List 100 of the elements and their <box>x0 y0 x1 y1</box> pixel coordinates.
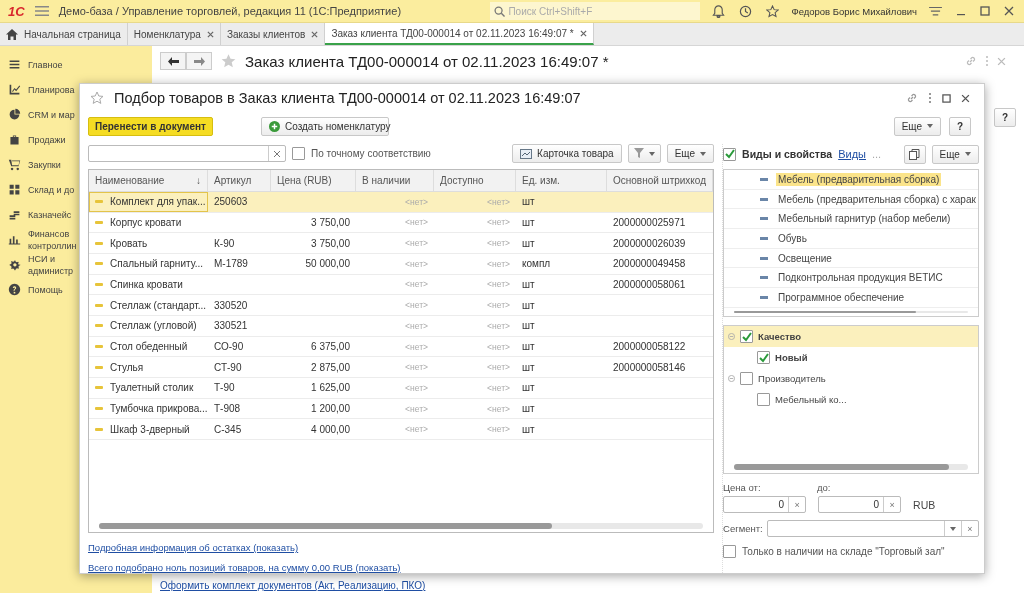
list-item[interactable]: Освещение <box>724 248 978 269</box>
help-button[interactable]: ? <box>994 108 1016 127</box>
table-cell: 1 625,00 <box>311 382 350 394</box>
total-link[interactable]: Всего подобрано ноль позиций товаров, на сумму 0,00 RUB (показать) <box>88 562 715 573</box>
field-label: до: <box>817 482 831 493</box>
property-value-label[interactable]: Мебельный ко... <box>775 394 847 405</box>
table-cell: <нет> <box>487 258 510 269</box>
table-cell: 3 750,00 <box>311 216 350 228</box>
table-cell: <нет> <box>487 320 510 331</box>
table-cell: шт <box>522 278 535 290</box>
create-button[interactable]: Создать номенклатуру <box>261 116 389 136</box>
column-header[interactable]: Наименование ↓ <box>89 169 208 191</box>
list-item[interactable]: Подконтрольная продукция ВЕТИС <box>724 268 978 289</box>
field-label: Цена от: <box>723 482 762 493</box>
table-cell: шт <box>522 237 535 249</box>
table-cell: Тумбочка прикрова... <box>110 403 208 415</box>
table-cell: 2000000058061 <box>613 278 686 290</box>
more-button[interactable]: Еще <box>931 144 979 164</box>
table-row[interactable]: Спинка кровати <нет> <нет> шт 2000000058061 <box>89 274 714 296</box>
table-cell: шт <box>522 361 535 373</box>
search-field[interactable]: Поиск Ctrl+Shift+F <box>490 2 701 20</box>
table-cell: Кровать <box>110 237 148 249</box>
table-cell: <нет> <box>487 196 510 207</box>
app-logo[interactable]: 1С <box>8 3 25 19</box>
sidebar-item[interactable]: Планирова <box>28 83 75 96</box>
column-header[interactable]: Основной штрихкод <box>607 169 714 191</box>
segment-field[interactable]: × <box>766 520 979 537</box>
property-label[interactable]: Производитель <box>758 373 826 384</box>
tab[interactable]: Начальная страница <box>0 23 128 45</box>
table-row[interactable]: Шкаф 3-дверный С-345 4 000,00 <нет> <нет> шт <box>89 419 714 441</box>
list-item-label: Мебель (предварительная сборка) <box>776 172 942 186</box>
table-row[interactable]: Кровать К-90 3 750,00 <нет> <нет> шт 2000000026039 <box>89 233 714 254</box>
table-row[interactable]: Тумбочка прикрова... Т-908 1 200,00 <нет> <нет> шт <box>89 398 714 420</box>
help-button[interactable]: ? <box>949 116 971 136</box>
list-item-label: Подконтрольная продукция ВЕТИС <box>777 271 944 285</box>
more-button[interactable]: Еще <box>893 116 941 136</box>
user-name[interactable]: Федоров Борис Михайлович <box>791 5 917 17</box>
checkbox-label[interactable]: По точному соответствию <box>311 148 431 160</box>
price-from-field[interactable]: 0 × <box>723 496 807 513</box>
table-cell: Т-90 <box>214 382 235 394</box>
tab[interactable]: Номенклатура <box>127 23 221 45</box>
sidebar-item[interactable]: Помощь <box>28 283 63 296</box>
table-cell: 2 875,00 <box>311 361 350 373</box>
sidebar-item[interactable]: Закупки <box>28 158 61 171</box>
table-cell: 6 375,00 <box>311 341 350 352</box>
column-header[interactable]: В наличии <box>356 169 434 191</box>
sidebar-item[interactable]: Главное <box>28 58 63 71</box>
table-row[interactable]: Спальный гарниту... М-1789 50 000,00 <нет> <нет> компл 2000000049458 <box>89 253 714 275</box>
field-label: Сегмент: <box>723 523 763 534</box>
list-item[interactable]: Мебельный гарнитур (набор мебели) <box>724 209 978 230</box>
kinds-link[interactable]: Виды <box>838 148 866 160</box>
table-cell: Спинка кровати <box>110 278 183 290</box>
table-cell: <нет> <box>487 217 510 228</box>
price-to-field[interactable]: 0 × <box>818 496 902 513</box>
sidebar-item[interactable]: Казначейс <box>28 208 72 221</box>
list-item-label: Освещение <box>777 251 833 265</box>
table-cell: СО-90 <box>214 341 244 352</box>
column-header[interactable]: Доступно <box>434 169 516 191</box>
column-header[interactable]: Цена (RUB) <box>271 169 356 191</box>
sidebar-item[interactable]: Продажи <box>28 133 66 146</box>
table-cell: <нет> <box>405 382 428 393</box>
table-cell: Туалетный столик <box>110 382 194 394</box>
table-cell: <нет> <box>405 217 428 228</box>
table-row[interactable]: Стол обеденный СО-90 6 375,00 <нет> <нет> шт 2000000058122 <box>89 336 714 358</box>
list-item[interactable]: Мебель (предварительная сборка) с харак <box>724 189 978 210</box>
column-header[interactable]: Артикул <box>208 169 271 191</box>
property-label[interactable]: Качество <box>758 331 802 342</box>
list-item[interactable]: Обувь <box>724 229 978 249</box>
section-label[interactable]: Виды и свойства <box>742 148 833 160</box>
sidebar-item[interactable]: НСИ и администр <box>28 252 74 277</box>
table-cell: 330520 <box>214 299 248 311</box>
table-cell: <нет> <box>405 362 428 373</box>
footer-link[interactable]: Оформить комплект документов (Акт, Реализацию, ПКО) <box>160 580 1016 591</box>
column-header[interactable]: Ед. изм. <box>516 169 607 191</box>
product-card-button[interactable]: Карточка товара <box>512 144 622 164</box>
stock-link[interactable]: Подробная информация об остатках (показать) <box>88 542 715 553</box>
table-cell: шт <box>522 382 535 394</box>
table-cell: <нет> <box>487 300 510 311</box>
list-item-label: Программное обеспечение <box>777 290 906 304</box>
table-row[interactable]: Корпус кровати 3 750,00 <нет> <нет> шт 2000000025971 <box>89 212 714 234</box>
more-button[interactable]: Еще <box>666 144 715 164</box>
table-row[interactable]: Стеллаж (стандарт... 330520 <нет> <нет> шт <box>89 295 714 316</box>
table-row[interactable]: Туалетный столик Т-90 1 625,00 <нет> <нет> шт <box>89 378 714 399</box>
sidebar-item[interactable]: CRM и мар <box>28 108 75 121</box>
table-cell: компл <box>522 258 551 270</box>
sidebar-item[interactable]: Склад и до <box>28 183 75 196</box>
sidebar-item[interactable]: Финансов контроллин <box>28 227 77 252</box>
list-item[interactable]: Мебель (предварительная сборка) <box>724 170 978 190</box>
table-row[interactable]: Стулья СТ-90 2 875,00 <нет> <нет> шт 2000000058146 <box>89 357 714 379</box>
table-cell: Стеллаж (угловой) <box>110 320 197 332</box>
table-row[interactable]: Стеллаж (угловой) 330521 <нет> <нет> шт <box>89 315 714 337</box>
property-value-label[interactable]: Новый <box>775 352 808 363</box>
table-cell: шт <box>522 299 535 311</box>
list-item[interactable]: Программное обеспечение <box>724 288 978 308</box>
transfer-button[interactable]: Перенести в документ <box>88 116 213 136</box>
table-row[interactable]: Комплект для упак... 250603 <нет> <нет> шт <box>89 191 714 213</box>
table-cell: <нет> <box>405 403 428 414</box>
table-cell: <нет> <box>405 238 428 249</box>
checkbox-label[interactable]: Только в наличии на складе "Торговый зал" <box>742 546 945 557</box>
tab[interactable]: Заказ клиента ТД00-000014 от 02.11.2023 16:49:07 * <box>325 23 594 45</box>
